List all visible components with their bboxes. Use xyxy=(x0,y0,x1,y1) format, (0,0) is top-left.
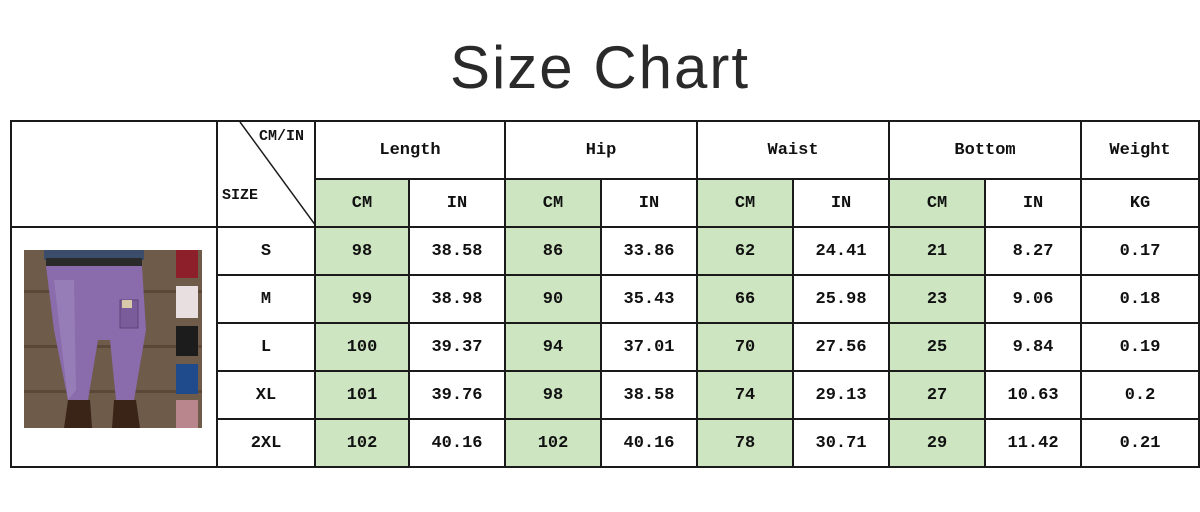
value-cell: 39.37 xyxy=(408,322,506,372)
value-cell: 11.42 xyxy=(984,418,1083,468)
value-cell: 0.18 xyxy=(1080,274,1200,324)
value-cell: 0.19 xyxy=(1080,322,1200,372)
value-cell: 101 xyxy=(314,370,410,420)
value-cell: 98 xyxy=(504,370,602,420)
value-cell: 39.76 xyxy=(408,370,506,420)
value-cell: 8.27 xyxy=(984,226,1083,276)
value-cell: 0.17 xyxy=(1080,226,1200,276)
value-cell: 102 xyxy=(314,418,410,468)
value-cell: 74 xyxy=(696,370,795,420)
value-cell: 90 xyxy=(504,274,602,324)
value-cell: 9.84 xyxy=(984,322,1083,372)
value-cell: 102 xyxy=(504,418,602,468)
value-cell: 0.21 xyxy=(1080,418,1200,468)
value-cell: 0.2 xyxy=(1080,370,1200,420)
page-title: Size Chart xyxy=(449,34,751,101)
unit-in: IN xyxy=(408,178,506,228)
value-cell: 66 xyxy=(696,274,795,324)
unit-cm: CM xyxy=(504,178,602,228)
value-cell: 38.98 xyxy=(408,274,506,324)
value-cell: 27 xyxy=(888,370,987,420)
unit-in: IN xyxy=(792,178,891,228)
size-cell: S xyxy=(216,226,316,276)
value-cell: 98 xyxy=(314,226,410,276)
value-cell: 40.16 xyxy=(599,418,699,468)
value-cell: 100 xyxy=(314,322,410,372)
size-chart-table: CM/IN SIZE Length Hip Waist Bottom Weigh… xyxy=(10,120,1200,468)
product-photo-cell xyxy=(10,226,218,468)
group-header-row: CM/IN SIZE Length Hip Waist Bottom Weigh… xyxy=(10,120,1200,228)
size-cell: M xyxy=(216,274,316,324)
group-bottom: Bottom xyxy=(888,120,1083,180)
value-cell: 29.13 xyxy=(792,370,891,420)
value-cell: 25.98 xyxy=(792,274,891,324)
product-photo xyxy=(24,250,202,428)
unit-cm: CM xyxy=(696,178,795,228)
value-cell: 86 xyxy=(504,226,602,276)
value-cell: 9.06 xyxy=(984,274,1083,324)
value-cell: 33.86 xyxy=(599,226,699,276)
unit-in: IN xyxy=(984,178,1083,228)
size-cell: L xyxy=(216,322,316,372)
value-cell: 70 xyxy=(696,322,795,372)
unit-cm: CM xyxy=(314,178,410,228)
size-cell: XL xyxy=(216,370,316,420)
value-cell: 35.43 xyxy=(599,274,699,324)
group-waist: Waist xyxy=(696,120,891,180)
value-cell: 29 xyxy=(888,418,987,468)
value-cell: 38.58 xyxy=(599,370,699,420)
value-cell: 99 xyxy=(314,274,410,324)
value-cell: 24.41 xyxy=(792,226,891,276)
value-cell: 62 xyxy=(696,226,795,276)
unit-cm: CM xyxy=(888,178,987,228)
value-cell: 23 xyxy=(888,274,987,324)
value-cell: 21 xyxy=(888,226,987,276)
value-cell: 30.71 xyxy=(792,418,891,468)
group-weight: Weight xyxy=(1080,120,1200,180)
group-hip: Hip xyxy=(503,120,699,180)
blank-corner-cell xyxy=(10,120,218,228)
size-cell: 2XL xyxy=(216,418,316,468)
value-cell: 37.01 xyxy=(599,322,699,372)
value-cell: 78 xyxy=(696,418,795,468)
value-cell: 27.56 xyxy=(792,322,891,372)
value-cell: 25 xyxy=(888,322,987,372)
value-cell: 94 xyxy=(504,322,602,372)
value-cell: 38.58 xyxy=(408,226,506,276)
leggings-illustration xyxy=(24,250,202,428)
value-cell: 40.16 xyxy=(408,418,506,468)
unit-kg: KG xyxy=(1080,178,1200,228)
size-label: SIZE xyxy=(222,187,259,204)
cm-in-label: CM/IN xyxy=(258,128,304,145)
table-row: S 98 38.58 86 33.86 62 24.41 21 8.27 0.1… xyxy=(10,226,1200,468)
group-length: Length xyxy=(314,120,506,180)
cm-in-size-corner: CM/IN SIZE xyxy=(216,120,316,228)
value-cell: 10.63 xyxy=(984,370,1083,420)
unit-in: IN xyxy=(599,178,699,228)
